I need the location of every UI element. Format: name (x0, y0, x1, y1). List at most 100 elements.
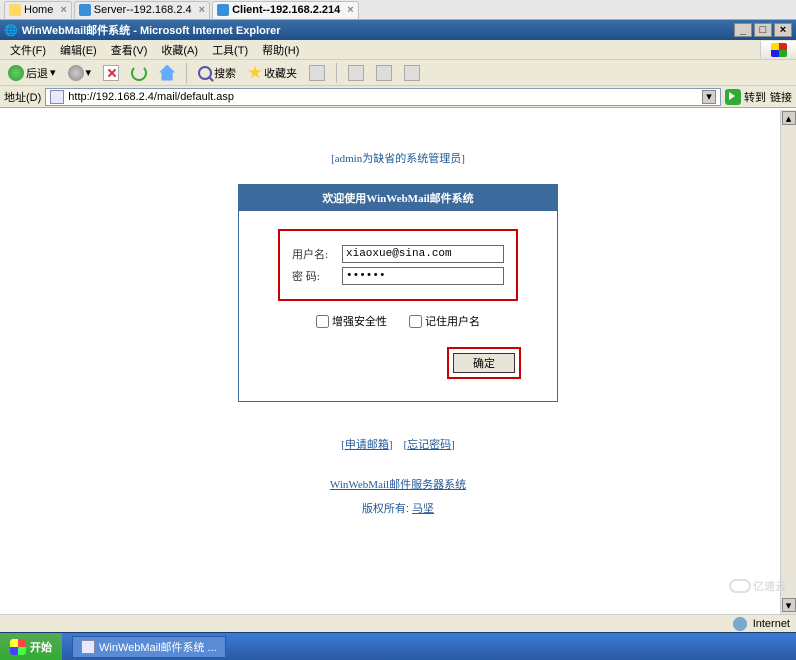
host-tabs: Home × Server--192.168.2.4 × Client--192… (0, 0, 796, 20)
links-label[interactable]: 链接 (770, 89, 792, 105)
favorites-label: 收藏夹 (264, 65, 297, 81)
password-label: 密 码: (292, 268, 342, 284)
favorites-button[interactable]: 收藏夹 (244, 63, 301, 83)
forgot-password-link[interactable]: 忘记密码 (407, 439, 451, 451)
edit-button[interactable] (400, 63, 424, 83)
dropdown-icon[interactable]: ▾ (702, 90, 716, 104)
toolbar: 后退 ▾ ▾ 搜索 收藏夹 (0, 60, 796, 86)
chevron-down-icon: ▾ (50, 66, 56, 79)
stop-icon (103, 65, 119, 81)
close-icon[interactable]: × (347, 4, 353, 16)
checkbox-input[interactable] (409, 315, 422, 328)
host-tab-home[interactable]: Home × (4, 1, 72, 19)
host-tab-client[interactable]: Client--192.168.2.214 × (212, 1, 359, 19)
username-input[interactable] (342, 245, 504, 263)
windows-icon (10, 639, 26, 655)
remote-icon (79, 4, 91, 16)
start-button[interactable]: 开始 (0, 633, 62, 660)
menu-help[interactable]: 帮助(H) (256, 40, 305, 60)
forward-icon (68, 65, 84, 81)
enhance-security-checkbox[interactable]: 增强安全性 (316, 313, 387, 329)
menu-edit[interactable]: 编辑(E) (54, 40, 103, 60)
panel-title: 欢迎使用WinWebMail邮件系统 (239, 185, 557, 211)
window-title: WinWebMail邮件系统 - Microsoft Internet Expl… (22, 22, 281, 38)
vertical-scrollbar[interactable]: ▴ ▾ (780, 110, 796, 614)
address-url: http://192.168.2.4/mail/default.asp (68, 91, 234, 103)
history-button[interactable] (305, 63, 329, 83)
apply-mailbox-link[interactable]: 申请邮箱 (345, 439, 389, 451)
ok-highlight: 确定 (447, 347, 521, 379)
go-label: 转到 (744, 89, 766, 105)
home-icon (159, 65, 175, 81)
taskbar-item[interactable]: WinWebMail邮件系统 ... (72, 636, 226, 658)
refresh-button[interactable] (127, 63, 151, 83)
address-input[interactable]: http://192.168.2.4/mail/default.asp ▾ (45, 88, 721, 106)
tab-label: Home (24, 4, 53, 16)
scroll-up-icon[interactable]: ▴ (782, 111, 796, 125)
credentials-highlight: 用户名: 密 码: (278, 229, 518, 301)
go-button[interactable]: 转到 (725, 89, 766, 105)
copy-prefix: 版权所有: (362, 503, 412, 515)
address-bar: 地址(D) http://192.168.2.4/mail/default.as… (0, 86, 796, 108)
chevron-down-icon: ▾ (86, 66, 92, 79)
print-icon (376, 65, 392, 81)
go-icon (725, 89, 741, 105)
scroll-down-icon[interactable]: ▾ (782, 598, 796, 612)
search-icon (198, 66, 212, 80)
edit-icon (404, 65, 420, 81)
search-button[interactable]: 搜索 (194, 63, 240, 83)
close-icon[interactable]: × (199, 4, 205, 16)
watermark: 亿速云 (729, 578, 786, 594)
address-label: 地址(D) (4, 89, 41, 105)
username-label: 用户名: (292, 246, 342, 262)
ie-icon: 🌐 (4, 24, 18, 37)
password-input[interactable] (342, 267, 504, 285)
back-button[interactable]: 后退 ▾ (4, 63, 60, 83)
home-icon (9, 4, 21, 16)
tab-label: Client--192.168.2.214 (232, 4, 340, 16)
status-bar: Internet (0, 614, 796, 632)
internet-zone-icon (733, 617, 747, 631)
close-icon[interactable]: × (60, 4, 66, 16)
taskbar: 开始 WinWebMail邮件系统 ... (0, 632, 796, 660)
stop-button[interactable] (99, 63, 123, 83)
task-label: WinWebMail邮件系统 ... (99, 639, 217, 655)
links-row: [申请邮箱] [忘记密码] (0, 436, 796, 452)
print-button[interactable] (372, 63, 396, 83)
menu-favorites[interactable]: 收藏(A) (155, 40, 204, 60)
title-bar: 🌐 WinWebMail邮件系统 - Microsoft Internet Ex… (0, 20, 796, 40)
checkbox-label: 记住用户名 (425, 313, 480, 329)
back-icon (8, 65, 24, 81)
tab-label: Server--192.168.2.4 (94, 4, 192, 16)
menu-bar: 文件(F) 编辑(E) 查看(V) 收藏(A) 工具(T) 帮助(H) (0, 40, 796, 60)
ok-button[interactable]: 确定 (453, 353, 515, 373)
checkbox-input[interactable] (316, 315, 329, 328)
mail-button[interactable] (344, 63, 368, 83)
mail-icon (348, 65, 364, 81)
remote-icon (217, 4, 229, 16)
forward-button[interactable]: ▾ (64, 63, 96, 83)
minimize-button[interactable]: _ (734, 23, 752, 37)
page-content: [admin为缺省的系统管理员] 欢迎使用WinWebMail邮件系统 用户名:… (0, 108, 796, 614)
footer-product-link[interactable]: WinWebMail邮件服务器系统 (0, 476, 796, 492)
refresh-icon (131, 65, 147, 81)
home-button[interactable] (155, 63, 179, 83)
menu-view[interactable]: 查看(V) (105, 40, 154, 60)
menu-tools[interactable]: 工具(T) (206, 40, 254, 60)
ie-icon (81, 640, 95, 654)
host-tab-server[interactable]: Server--192.168.2.4 × (74, 1, 210, 19)
menu-file[interactable]: 文件(F) (4, 40, 52, 60)
zone-label: Internet (753, 618, 790, 630)
footer-copyright: 版权所有: 马坚 (0, 500, 796, 516)
ie-logo (760, 41, 796, 59)
admin-note: [admin为缺省的系统管理员] (0, 150, 796, 166)
cloud-icon (729, 579, 751, 593)
maximize-button[interactable]: □ (754, 23, 772, 37)
page-icon (50, 90, 64, 104)
start-label: 开始 (30, 639, 52, 655)
checkbox-label: 增强安全性 (332, 313, 387, 329)
login-panel: 欢迎使用WinWebMail邮件系统 用户名: 密 码: 增强安全性 (238, 184, 558, 402)
close-button[interactable]: × (774, 23, 792, 37)
remember-username-checkbox[interactable]: 记住用户名 (409, 313, 480, 329)
author-link[interactable]: 马坚 (412, 503, 434, 515)
